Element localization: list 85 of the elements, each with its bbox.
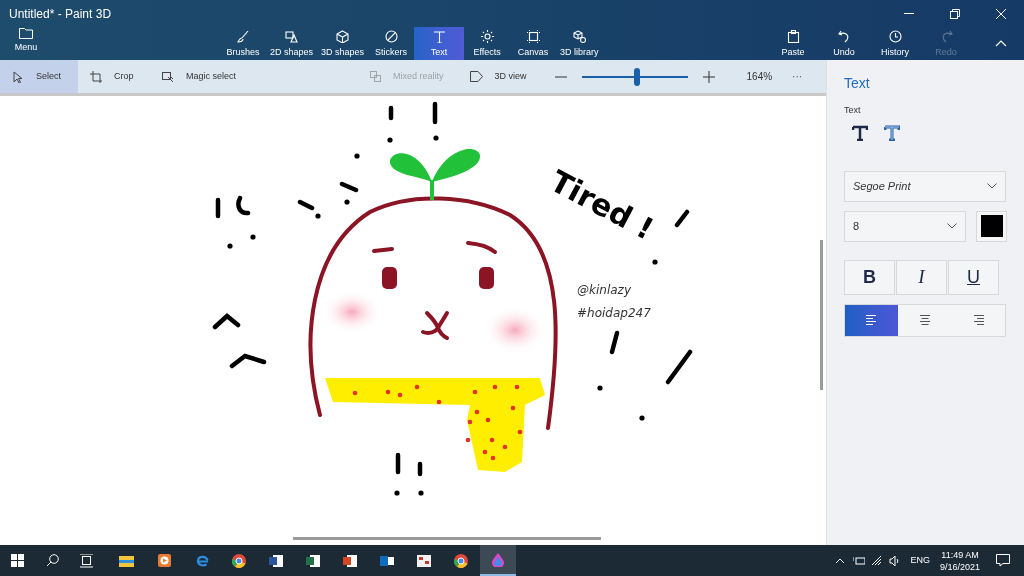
- panel-title: Text: [844, 74, 871, 93]
- font-dropdown[interactable]: Segoe Print: [844, 170, 1006, 202]
- view-3d-icon: [469, 71, 483, 82]
- text-style-button[interactable]: [852, 124, 868, 141]
- canvas-icon: [526, 30, 540, 43]
- spreadsheet-icon: [305, 553, 321, 568]
- format-button[interactable]: I: [896, 259, 947, 295]
- sun-icon: [480, 30, 494, 43]
- text-3d-icon: [884, 124, 900, 141]
- menu-button[interactable]: Menu: [8, 27, 44, 57]
- align-left-icon: [865, 315, 878, 325]
- minimize-icon: [904, 12, 914, 15]
- browser-icon: [232, 553, 247, 568]
- sticker-icon: [384, 30, 398, 43]
- align-button[interactable]: [845, 304, 899, 336]
- cubes-icon: [370, 71, 381, 82]
- presentation-icon: [342, 553, 358, 568]
- tag-text: #hoidap247: [577, 306, 651, 320]
- battery-icon: [853, 554, 866, 567]
- windows-icon: [10, 553, 26, 568]
- restore-icon: [950, 8, 960, 19]
- chevron-up-icon: [994, 40, 1007, 47]
- tag-text: @kinlazy: [577, 283, 631, 297]
- language-indicator[interactable]: ENG: [910, 553, 930, 568]
- format-button[interactable]: B: [844, 259, 895, 295]
- align-right-icon: [972, 315, 985, 325]
- text-style-button[interactable]: [884, 124, 900, 141]
- ribbon-button: Redo: [920, 27, 972, 60]
- grid-icon: [416, 553, 432, 568]
- tool-tab[interactable]: Brushes: [220, 27, 266, 60]
- text-icon: [852, 124, 868, 141]
- tool-tab[interactable]: Effects: [464, 27, 511, 60]
- magic-select-icon: [162, 70, 174, 83]
- tool-tab[interactable]: 3D library: [556, 27, 603, 60]
- chat-bubble-icon: [996, 554, 1010, 567]
- tool-tab[interactable]: Text: [414, 27, 465, 60]
- tool-tab[interactable]: 3D shapes: [317, 27, 369, 60]
- mixed-reality-button: Mixed reality: [370, 60, 444, 93]
- browser-icon: [454, 553, 469, 568]
- view-3d-button[interactable]: 3D view: [469, 60, 527, 93]
- tool-tab[interactable]: 2D shapes: [266, 27, 318, 60]
- toolbar-button[interactable]: Magic select: [150, 60, 250, 93]
- format-button[interactable]: U: [948, 259, 999, 295]
- section-label: Text: [844, 104, 862, 117]
- task-view-icon: [79, 553, 95, 568]
- close-icon: [996, 8, 1006, 19]
- vertical-scrollbar[interactable]: [820, 240, 823, 390]
- slider-thumb[interactable]: [633, 67, 640, 86]
- history-icon: [888, 30, 902, 43]
- search-icon: [45, 553, 61, 568]
- folder-icon: [118, 553, 134, 568]
- horizontal-scrollbar[interactable]: [293, 537, 601, 540]
- brush-icon: [236, 30, 250, 43]
- cursor-icon: [12, 70, 24, 83]
- chevron-down-icon: [987, 183, 997, 189]
- browser-icon: [195, 553, 210, 568]
- crop-icon: [90, 70, 102, 83]
- tool-tab[interactable]: Canvas: [510, 27, 557, 60]
- chevron-down-icon: [947, 223, 957, 229]
- toolbar-button[interactable]: Crop: [78, 60, 150, 93]
- cube-icon: [336, 30, 350, 43]
- cube-stack-icon: [572, 30, 586, 43]
- ribbon-button[interactable]: History: [869, 27, 921, 60]
- undo-icon: [837, 30, 851, 43]
- clipboard-icon: [786, 30, 800, 43]
- toolbar-button[interactable]: Select: [0, 60, 78, 93]
- ribbon-button[interactable]: Undo: [818, 27, 870, 60]
- media-player-icon: [157, 553, 173, 568]
- more-button[interactable]: ···: [792, 69, 803, 84]
- droplet-icon: [490, 552, 506, 567]
- document-icon: [269, 553, 284, 568]
- mail-icon: [379, 553, 395, 568]
- folder-icon: [19, 27, 33, 39]
- text-icon: [432, 30, 446, 43]
- window-title: Untitled* - Paint 3D: [8, 5, 112, 23]
- plus-icon: [702, 70, 715, 83]
- size-dropdown[interactable]: 8: [844, 210, 966, 242]
- wifi-icon: [871, 554, 884, 567]
- ribbon-button[interactable]: Paste: [767, 27, 819, 60]
- clock[interactable]: 11:49 AM 9/16/2021: [939, 548, 980, 573]
- zoom-percentage: 164%: [746, 70, 773, 84]
- zoom-slider[interactable]: [581, 67, 688, 86]
- align-center-icon: [919, 315, 931, 325]
- shapes-icon: [285, 30, 298, 43]
- tool-tab[interactable]: Stickers: [368, 27, 415, 60]
